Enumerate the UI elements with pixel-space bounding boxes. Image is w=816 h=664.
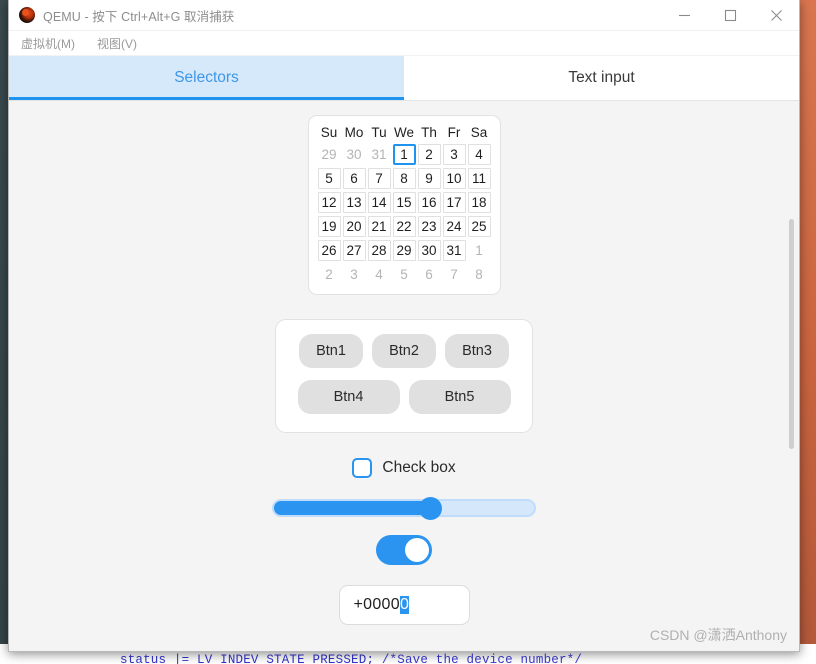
spinbox-value-selected-digit: 0 — [399, 596, 410, 614]
menu-item-view[interactable]: 视图(V) — [97, 35, 137, 52]
calendar-day-cell[interactable]: 8 — [392, 168, 416, 189]
calendar-day-cell[interactable]: 2 — [417, 144, 441, 165]
button-row-2: Btn4 Btn5 — [292, 380, 516, 414]
qemu-window: QEMU - 按下 Ctrl+Alt+G 取消捕获 虚拟机(M) 视图(V) S… — [8, 0, 800, 652]
content-area: Su Mo Tu We Th Fr Sa 29 30 31 1 2 3 4 5 6 7 8 9 10 11… — [9, 101, 799, 651]
calendar-weekday: Tu — [371, 125, 387, 140]
calendar-day-cell[interactable]: 23 — [417, 216, 441, 237]
calendar-day-cell[interactable]: 5 — [317, 168, 341, 189]
calendar-day-cell[interactable]: 8 — [468, 264, 491, 285]
calendar-day-cell[interactable]: 22 — [392, 216, 416, 237]
spinbox-value-prefix: +0000 — [353, 596, 400, 613]
menu-bar: 虚拟机(M) 视图(V) — [9, 31, 799, 56]
csdn-watermark: CSDN @潇洒Anthony — [649, 627, 787, 643]
calendar-day-cell[interactable]: 3 — [343, 264, 366, 285]
calendar-weekday: Fr — [447, 125, 461, 140]
slider-track[interactable] — [272, 496, 536, 520]
btn5-button[interactable]: Btn5 — [408, 380, 511, 414]
button-row-1: Btn1 Btn2 Btn3 — [292, 334, 516, 368]
calendar-day-cell[interactable]: 16 — [417, 192, 441, 213]
calendar-weekday: We — [393, 125, 414, 140]
calendar-day-cell[interactable]: 26 — [317, 240, 341, 261]
calendar-day-cell[interactable]: 21 — [367, 216, 391, 237]
calendar-day-cell[interactable]: 12 — [317, 192, 341, 213]
checkbox-input[interactable] — [352, 458, 373, 478]
calendar-day-cell[interactable]: 6 — [342, 168, 366, 189]
calendar-day-cell[interactable]: 24 — [442, 216, 466, 237]
calendar-day-cell[interactable]: 18 — [467, 192, 491, 213]
calendar-day-cell[interactable]: 5 — [393, 264, 416, 285]
window-title: QEMU - 按下 Ctrl+Alt+G 取消捕获 — [43, 9, 235, 24]
calendar-day-cell[interactable]: 6 — [418, 264, 441, 285]
calendar-weekday: Sa — [470, 125, 488, 140]
maximize-icon[interactable] — [707, 0, 753, 30]
code-line: status |= LV_INDEV_STATE_PRESSED; /*Save… — [120, 653, 582, 664]
button-matrix-widget: Btn1 Btn2 Btn3 Btn4 Btn5 — [275, 319, 533, 433]
calendar-day-cell[interactable]: 30 — [417, 240, 441, 261]
spinbox-text-input[interactable]: +0000 0 — [338, 585, 470, 625]
slider-fill — [274, 501, 430, 515]
calendar-day-cell[interactable]: 3 — [442, 144, 466, 165]
calendar-day-cell[interactable]: 7 — [367, 168, 391, 189]
calendar-day-cell[interactable]: 9 — [417, 168, 441, 189]
minimize-icon[interactable] — [661, 0, 707, 30]
calendar-day-cell[interactable]: 28 — [367, 240, 391, 261]
calendar-day-cell[interactable]: 1 — [392, 144, 416, 165]
calendar-day-cell[interactable]: 31 — [442, 240, 466, 261]
calendar-widget[interactable]: Su Mo Tu We Th Fr Sa 29 30 31 1 2 3 4 5 6 7 8 9 10 11… — [307, 115, 501, 295]
toggle-switch[interactable] — [376, 535, 432, 565]
calendar-day-cell[interactable]: 30 — [343, 144, 366, 165]
calendar-weekday-header: Su Mo Tu We Th Fr Sa — [317, 125, 492, 140]
btn2-button[interactable]: Btn2 — [372, 334, 436, 368]
tab-bar: Selectors Text input — [9, 56, 799, 101]
calendar-day-grid: 29 30 31 1 2 3 4 5 6 7 8 9 10 11 12 13 14 15 16 17 18 19 20 21 2… — [317, 144, 492, 285]
calendar-day-cell[interactable]: 4 — [368, 264, 391, 285]
calendar-day-cell[interactable]: 27 — [342, 240, 366, 261]
calendar-day-cell[interactable]: 29 — [318, 144, 341, 165]
calendar-day-cell[interactable]: 20 — [342, 216, 366, 237]
btn1-button[interactable]: Btn1 — [299, 334, 363, 368]
close-icon[interactable] — [753, 0, 799, 30]
qemu-logo-icon — [19, 7, 35, 23]
calendar-weekday: Su — [320, 125, 338, 140]
calendar-day-cell[interactable]: 17 — [442, 192, 466, 213]
menu-item-virtual-machine[interactable]: 虚拟机(M) — [21, 35, 75, 52]
window-controls — [661, 0, 799, 30]
checkbox-label: Check box — [382, 459, 456, 476]
tab-selectors[interactable]: Selectors — [9, 56, 404, 100]
code-line-comment: /*Save the device number*/ — [381, 653, 583, 664]
content-scrollbar[interactable] — [789, 219, 794, 449]
calendar-day-cell[interactable]: 4 — [467, 144, 491, 165]
calendar-day-cell[interactable]: 15 — [392, 192, 416, 213]
toggle-knob — [405, 538, 429, 562]
slider-handle[interactable] — [419, 496, 442, 520]
code-line-text: status |= LV_INDEV_STATE_PRESSED; — [120, 653, 375, 664]
btn4-button[interactable]: Btn4 — [297, 380, 400, 414]
calendar-day-cell[interactable]: 29 — [392, 240, 416, 261]
calendar-day-cell[interactable]: 14 — [367, 192, 391, 213]
calendar-day-cell[interactable]: 10 — [442, 168, 466, 189]
checkbox-row[interactable]: Check box — [352, 458, 456, 478]
calendar-day-cell[interactable]: 31 — [368, 144, 391, 165]
title-bar[interactable]: QEMU - 按下 Ctrl+Alt+G 取消捕获 — [9, 0, 799, 31]
btn3-button[interactable]: Btn3 — [445, 334, 509, 368]
calendar-weekday: Mo — [344, 125, 364, 140]
calendar-day-cell[interactable]: 1 — [468, 240, 491, 261]
calendar-day-cell[interactable]: 11 — [467, 168, 491, 189]
calendar-day-cell[interactable]: 2 — [318, 264, 341, 285]
calendar-day-cell[interactable]: 19 — [317, 216, 341, 237]
calendar-weekday: Th — [421, 125, 437, 140]
desktop-accent-strip — [800, 0, 816, 664]
tab-text-input[interactable]: Text input — [404, 56, 799, 100]
calendar-day-cell[interactable]: 7 — [443, 264, 466, 285]
calendar-day-cell[interactable]: 13 — [342, 192, 366, 213]
calendar-day-cell[interactable]: 25 — [467, 216, 491, 237]
content-inner: Su Mo Tu We Th Fr Sa 29 30 31 1 2 3 4 5 6 7 8 9 10 11… — [9, 101, 799, 651]
